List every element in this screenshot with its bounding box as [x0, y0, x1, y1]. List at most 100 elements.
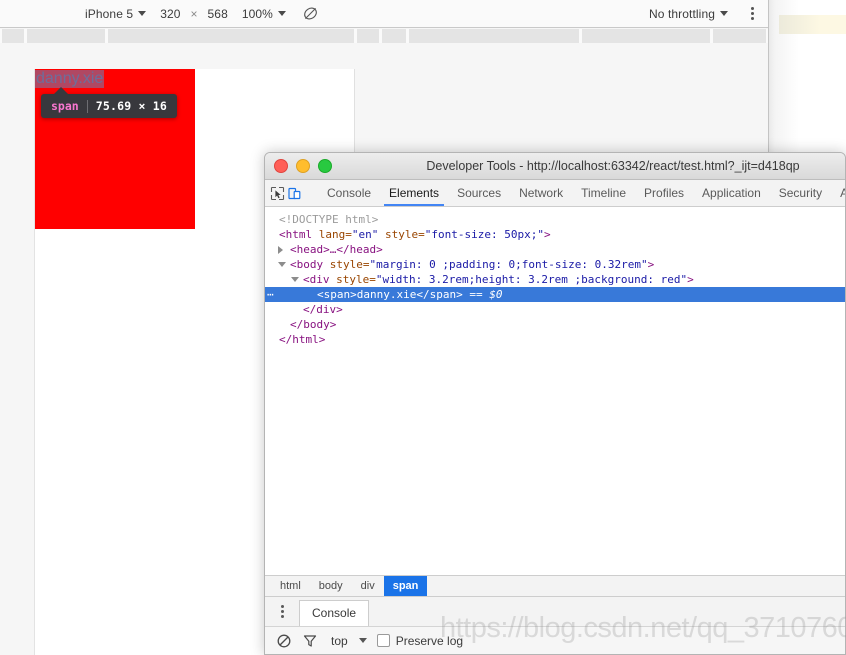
tab-sources[interactable]: Sources [448, 180, 510, 206]
head-line: <head>…</head> [290, 243, 383, 256]
toggle-device-toolbar-icon[interactable] [287, 183, 302, 203]
breadcrumb-div[interactable]: div [352, 576, 384, 597]
ruler-segment [2, 29, 24, 43]
collapse-triangle-icon[interactable] [291, 277, 299, 282]
background-window-notification-bar [779, 15, 846, 34]
ruler-segment [582, 29, 710, 43]
preserve-log-label[interactable]: Preserve log [396, 634, 463, 648]
body-style-attr: style= [323, 258, 370, 271]
body-open-tag: <body [290, 258, 324, 271]
filter-icon[interactable] [299, 630, 321, 652]
device-toolbar-right-group: No throttling [642, 0, 768, 28]
throttling-select[interactable]: No throttling [642, 0, 735, 28]
dom-tree-panel[interactable]: <!DOCTYPE html> <html lang="en" style="f… [265, 207, 845, 570]
drawer-tab-console[interactable]: Console [299, 600, 370, 626]
html-close-bracket: > [543, 228, 551, 241]
chevron-down-icon [138, 10, 147, 16]
tooltip-dimensions: 75.69 × 16 [95, 99, 167, 113]
div-open-tag: <div [303, 273, 330, 286]
zoom-select-label: 100% [241, 6, 273, 21]
rotate-device-icon[interactable] [303, 6, 318, 21]
tab-timeline[interactable]: Timeline [572, 180, 635, 206]
node-overflow-ellipsis-icon[interactable]: ⋯ [267, 287, 275, 302]
dom-node-doctype[interactable]: <!DOCTYPE html> [265, 212, 845, 227]
dom-node-div-end[interactable]: </div> [265, 302, 845, 317]
dom-node-html-end[interactable]: </html> [265, 332, 845, 347]
tab-application[interactable]: Application [693, 180, 770, 206]
breadcrumb: html body div span [265, 575, 845, 597]
chevron-down-icon [720, 10, 728, 16]
doctype-text: <!DOCTYPE html> [279, 213, 379, 226]
tab-profiles[interactable]: Profiles [635, 180, 693, 206]
span-close-tag: </span> [416, 288, 463, 301]
html-end-tag: </html> [279, 333, 326, 346]
tab-elements[interactable]: Elements [380, 180, 448, 206]
viewport-width-input[interactable]: 320 [153, 0, 187, 28]
devtools-tabbar: Console Elements Sources Network Timelin… [265, 180, 845, 207]
throttling-label: No throttling [649, 6, 715, 21]
breadcrumb-body[interactable]: body [310, 576, 352, 597]
tooltip-divider [86, 99, 88, 113]
devtools-window-title: Developer Tools - http://localhost:63342… [426, 159, 800, 173]
div-end-tag: </div> [303, 303, 343, 316]
ruler-segment [27, 29, 105, 43]
html-style-value: "font-size: 50px;" [424, 228, 544, 241]
ruler-segment [108, 29, 354, 43]
kebab-menu-icon[interactable] [744, 5, 760, 23]
dom-node-span-selected[interactable]: ⋯ <span>danny.xie</span> == $0 [265, 287, 845, 302]
selected-console-ref: $0 [489, 288, 503, 301]
device-emulation-toolbar: iPhone 5 320 × 568 100% No throttling [0, 0, 768, 28]
device-select-label: iPhone 5 [85, 6, 134, 21]
ruler-segment [382, 29, 406, 43]
devtools-window: Developer Tools - http://localhost:63342… [264, 152, 846, 655]
ruler-segment [409, 29, 579, 43]
viewport-height-input[interactable]: 568 [201, 0, 235, 28]
tab-security[interactable]: Security [770, 180, 831, 206]
tab-audits[interactable]: A [831, 180, 845, 206]
console-context-select[interactable]: top [331, 634, 348, 648]
tab-console[interactable]: Console [318, 180, 380, 206]
dom-node-body[interactable]: <body style="margin: 0 ;padding: 0;font-… [265, 257, 845, 272]
ruler-segment [357, 29, 379, 43]
tooltip-arrow-icon [53, 87, 69, 95]
chevron-down-icon [277, 10, 286, 16]
dom-node-head[interactable]: <head>…</head> [265, 242, 845, 257]
chevron-down-icon[interactable] [358, 638, 367, 643]
div-style-attr: style= [329, 273, 376, 286]
dom-node-body-end[interactable]: </body> [265, 317, 845, 332]
span-open-tag: <span> [317, 288, 357, 301]
dimension-separator-icon: × [190, 6, 198, 21]
drawer-menu-icon[interactable] [271, 596, 293, 626]
zoom-select[interactable]: 100% [235, 0, 293, 28]
expand-triangle-icon[interactable] [278, 246, 283, 254]
body-end-tag: </body> [290, 318, 337, 331]
span-text-node: danny.xie [356, 288, 417, 301]
div-close-bracket: > [687, 273, 694, 286]
clear-console-icon[interactable] [273, 630, 295, 652]
ruler-segment [713, 29, 766, 43]
dom-node-div[interactable]: <div style="width: 3.2rem;height: 3.2rem… [265, 272, 845, 287]
preserve-log-checkbox[interactable] [376, 634, 390, 647]
breadcrumb-span[interactable]: span [383, 575, 428, 597]
inspect-element-icon[interactable] [270, 183, 285, 203]
html-open-tag: <html [279, 228, 313, 241]
device-toolbar-left-group: iPhone 5 320 × 568 100% [78, 0, 318, 28]
html-style-attr: style= [378, 228, 425, 241]
div-style-value: "width: 3.2rem;height: 3.2rem ;backgroun… [375, 273, 688, 286]
highlighted-span-text[interactable]: danny.xie [35, 70, 105, 88]
device-select[interactable]: iPhone 5 [78, 0, 153, 28]
tab-network[interactable]: Network [510, 180, 572, 206]
dom-node-html[interactable]: <html lang="en" style="font-size: 50px;"… [265, 227, 845, 242]
body-close-bracket: > [647, 258, 655, 271]
selected-marker: == [469, 288, 483, 301]
html-lang-attr: lang= [312, 228, 352, 241]
screenshot-root: iPhone 5 320 × 568 100% No throttling da… [0, 0, 846, 655]
tooltip-tag-name: span [51, 99, 79, 113]
breadcrumb-html[interactable]: html [271, 576, 310, 597]
drawer-tabbar: Console [265, 596, 845, 626]
html-lang-value: "en" [351, 228, 379, 241]
devtools-titlebar[interactable]: Developer Tools - http://localhost:63342… [265, 153, 845, 180]
console-toolbar: top Preserve log [265, 626, 845, 654]
body-style-value: "margin: 0 ;padding: 0;font-size: 0.32re… [369, 258, 648, 271]
collapse-triangle-icon[interactable] [278, 262, 286, 267]
